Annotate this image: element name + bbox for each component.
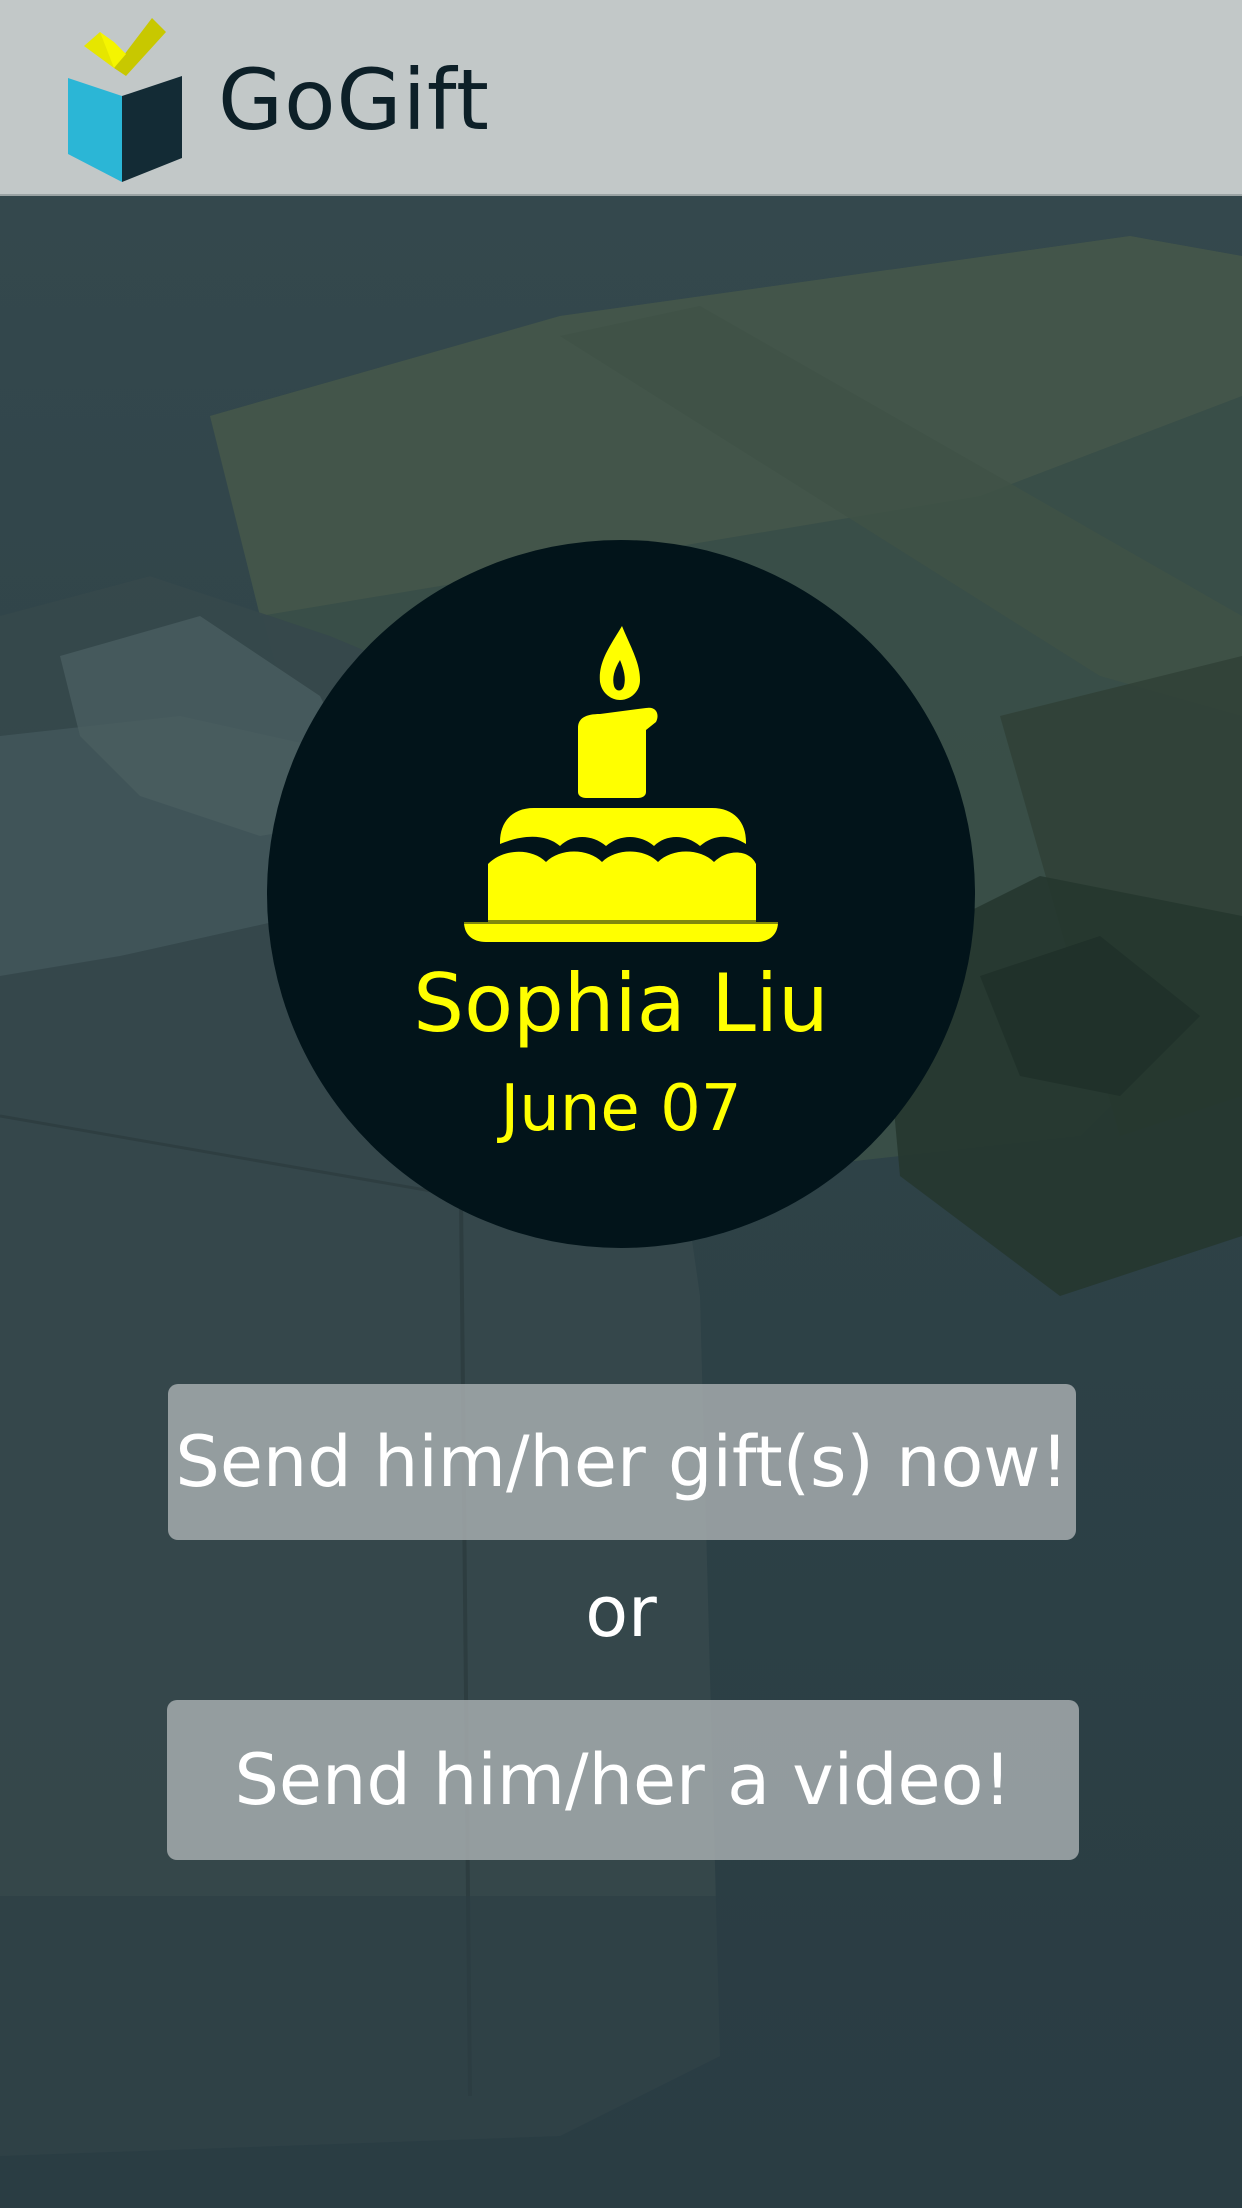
birthday-date: June 07 bbox=[500, 1072, 742, 1146]
gift-box-icon bbox=[68, 18, 182, 182]
app-name: GoGift bbox=[218, 51, 490, 149]
birthday-cake-icon bbox=[464, 626, 778, 942]
birthday-person-name: Sophia Liu bbox=[413, 957, 829, 1050]
send-video-button[interactable]: Send him/her a video! bbox=[167, 1700, 1079, 1860]
app-header: GoGift bbox=[0, 0, 1242, 196]
or-separator: or bbox=[585, 1571, 657, 1653]
send-gift-button[interactable]: Send him/her gift(s) now! bbox=[168, 1384, 1076, 1540]
